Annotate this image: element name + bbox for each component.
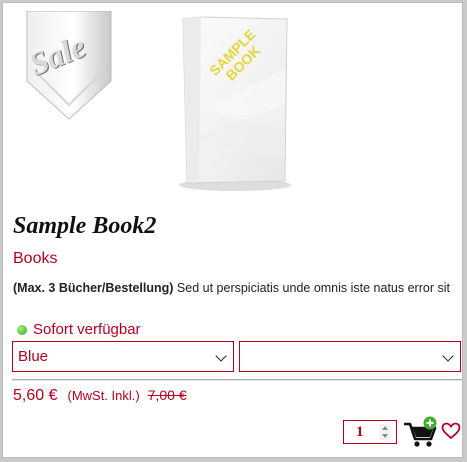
green-dot-icon — [17, 324, 27, 335]
variant-select-color[interactable]: Blue — [12, 341, 234, 372]
quantity-spinner[interactable] — [379, 424, 391, 440]
old-price: 7,00 € — [147, 387, 187, 403]
product-description: (Max. 3 Bücher/Bestellung) Sed ut perspi… — [13, 280, 453, 302]
availability-status: Sofort verfügbar — [17, 321, 141, 338]
availability-label: Sofort verfügbar — [33, 321, 141, 338]
category-link[interactable]: Books — [13, 250, 57, 268]
description-text: Sed ut perspiciatis unde omnis iste natu… — [173, 281, 450, 295]
current-price: 5,60 € — [13, 387, 58, 404]
tax-note: (MwSt. Inkl.) — [67, 388, 140, 403]
chevron-down-icon — [215, 350, 227, 362]
spinner-up-icon[interactable] — [382, 426, 388, 430]
chevron-down-icon — [442, 350, 454, 362]
variant-select-color-value: Blue — [18, 348, 49, 365]
add-to-cart-icon[interactable] — [404, 416, 438, 448]
order-limit-note: (Max. 3 Bücher/Bestellung) — [13, 281, 174, 295]
spinner-down-icon[interactable] — [382, 434, 388, 438]
heart-icon[interactable] — [441, 422, 461, 440]
quantity-value: 1 — [356, 424, 364, 440]
quantity-stepper[interactable]: 1 — [343, 420, 397, 444]
product-card: Sale SAMPLE BOOK Sample Book2 Books (Max… — [2, 2, 463, 458]
product-title[interactable]: Sample Book2 — [13, 213, 156, 240]
price-row: 5,60 € (MwSt. Inkl.) 7,00 € — [13, 387, 187, 405]
variant-select-secondary[interactable] — [239, 341, 461, 372]
divider — [12, 379, 462, 380]
